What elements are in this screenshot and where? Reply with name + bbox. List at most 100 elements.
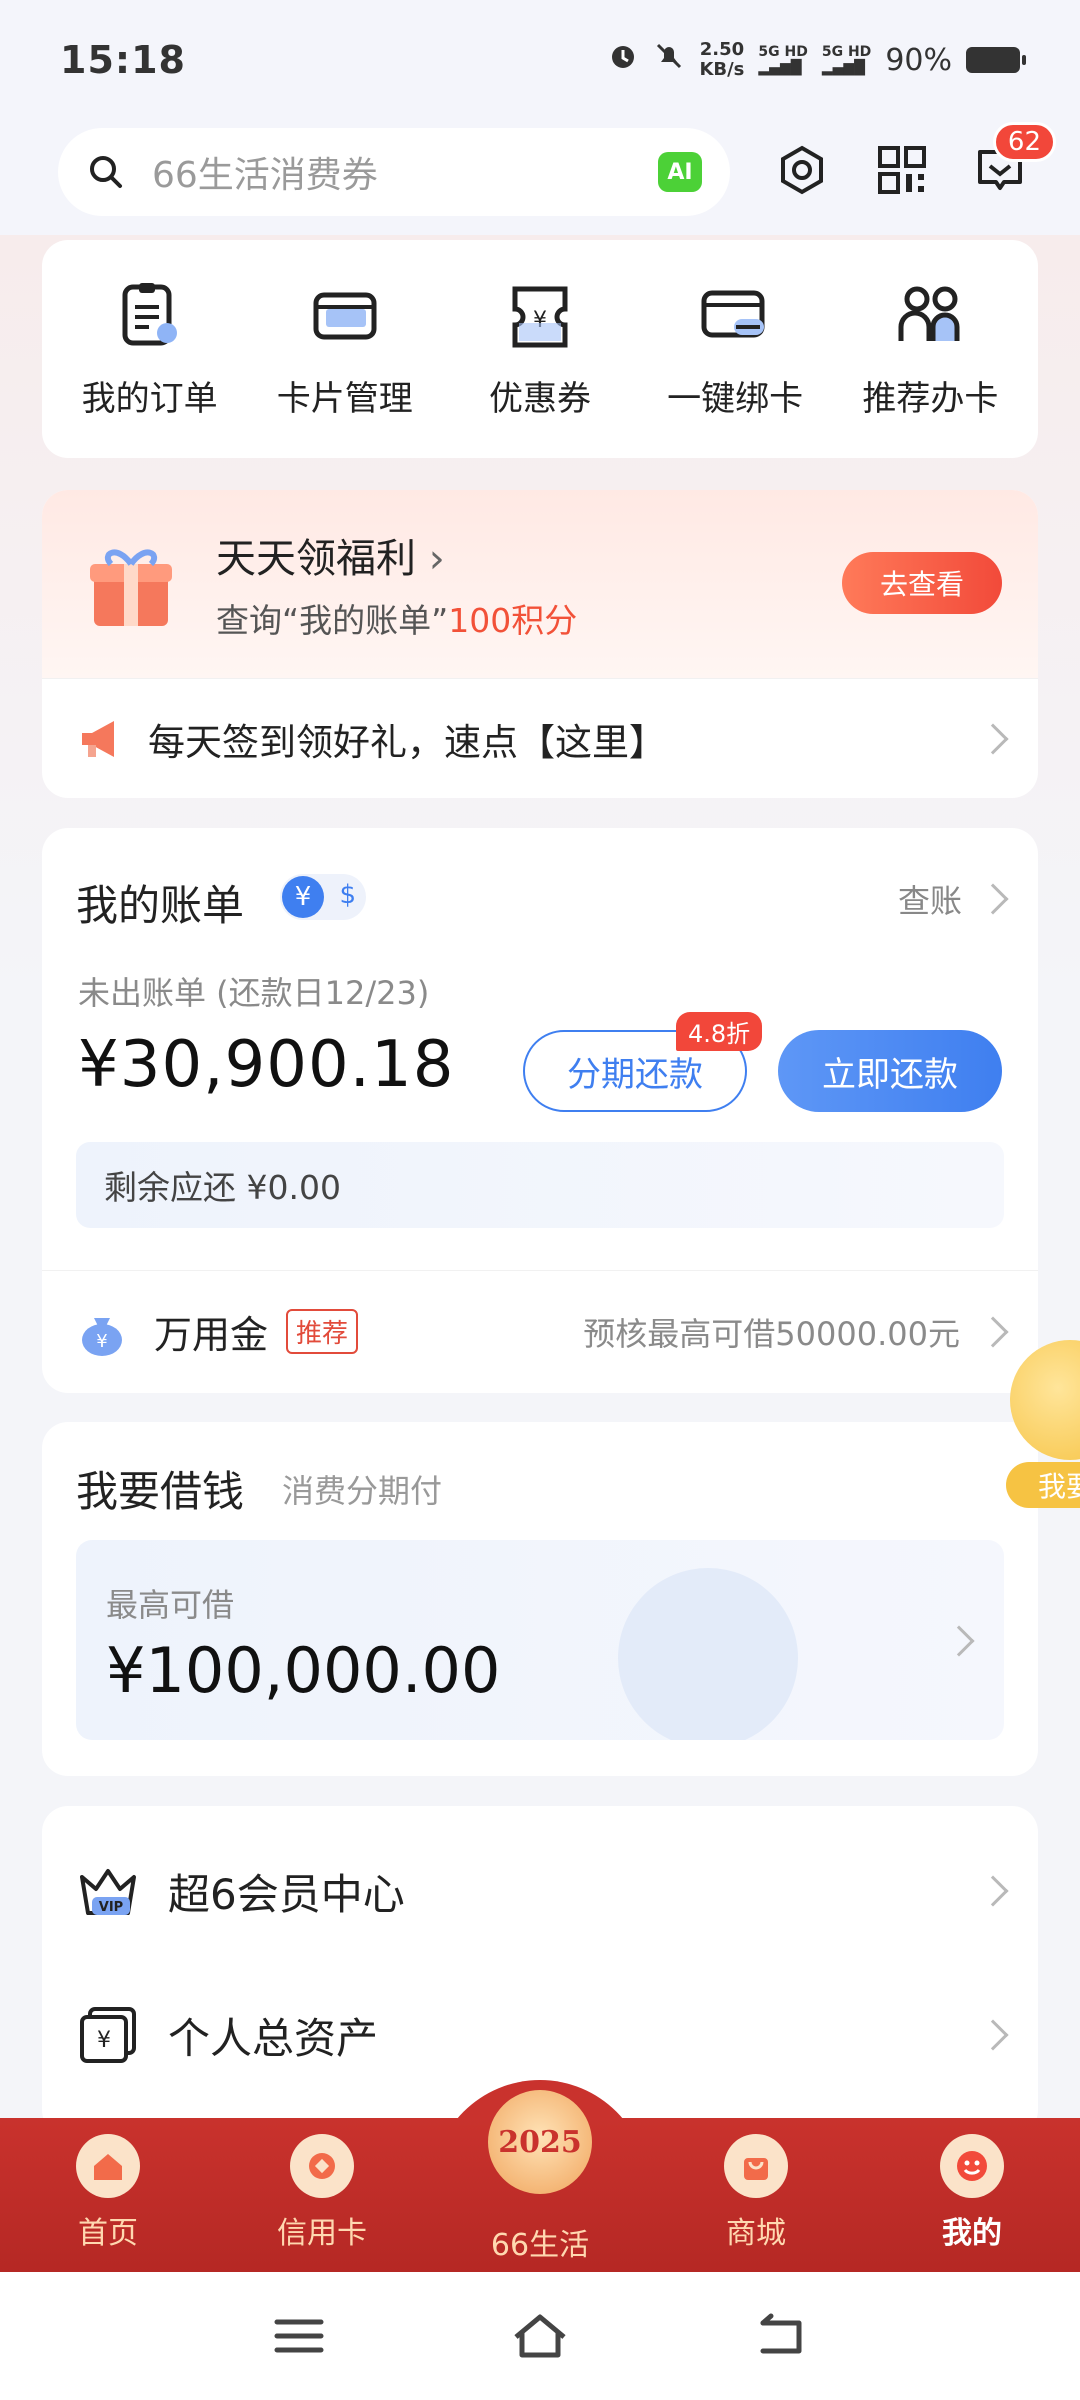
chevron-right-icon: ›: [428, 536, 445, 582]
tab-label: 首页: [78, 2216, 138, 2251]
tab-credit-card[interactable]: 信用卡: [252, 2134, 392, 2252]
tab-label: 我的: [942, 2216, 1002, 2251]
borrow-limit-box[interactable]: 最高可借 ¥100,000.00: [76, 1540, 1004, 1740]
recommend-tag: 推荐: [286, 1309, 359, 1354]
currency-toggle[interactable]: ¥ $: [280, 874, 366, 920]
system-nav-bar: [0, 2272, 1080, 2400]
status-indicators: 2.50 KB/s 5G HD ▂▄▆█ 5G HD ▂▄▆█ 90%: [607, 39, 1026, 80]
card-manage-icon: [313, 292, 377, 339]
quick-item-label: 优惠券: [488, 378, 591, 419]
back-icon[interactable]: [753, 2311, 809, 2361]
search-bar[interactable]: 66生活消费券 AI: [58, 128, 730, 216]
signal-2: 5G HD ▂▄▆█: [821, 44, 872, 76]
quick-item-recommend-card[interactable]: 推荐办卡: [835, 279, 1025, 420]
menu-item-vip-center[interactable]: VIP 超6会员中心: [42, 1826, 1038, 1956]
battery-icon: [966, 47, 1026, 73]
megaphone-icon: [82, 720, 114, 757]
loan-info: 预核最高可借50000.00元: [583, 1314, 960, 1353]
mall-icon: [724, 2134, 788, 2198]
quick-item-label: 我的订单: [81, 378, 218, 419]
quick-item-label: 卡片管理: [276, 378, 413, 419]
quick-item-card-manage[interactable]: 卡片管理: [250, 279, 440, 420]
check-bill-label: 查账: [897, 882, 962, 920]
quick-actions-card: 我的订单 卡片管理 ¥ 优惠券 一键绑卡 推荐办卡: [42, 240, 1038, 458]
welfare-points-highlight: 100积分: [448, 601, 578, 640]
coupon-icon: ¥: [512, 286, 568, 347]
checkin-notice-row[interactable]: 每天签到领好礼，速点【这里】: [42, 678, 1038, 798]
ai-assistant-button[interactable]: AI: [658, 152, 702, 192]
status-time: 15:18: [60, 38, 186, 82]
signal-1: 5G HD ▂▄▆█: [758, 44, 808, 76]
profile-icon: [940, 2134, 1004, 2198]
message-count-badge: 62: [992, 122, 1056, 162]
battery-percent: 90%: [885, 42, 952, 78]
assets-icon: ¥: [80, 2007, 136, 2063]
menu-icon[interactable]: [271, 2314, 327, 2358]
welfare-subtitle-text: 查询“我的账单”: [216, 601, 449, 640]
chevron-right-icon: [977, 1315, 1009, 1348]
menu-item-label: 超6会员中心: [168, 1869, 405, 1919]
scan-button[interactable]: [872, 140, 932, 200]
credit-card-icon: [290, 2134, 354, 2198]
qr-code-icon: [878, 146, 926, 194]
discount-badge: 4.8折: [676, 1012, 763, 1051]
tab-label: 66生活: [490, 2228, 590, 2263]
mute-icon: [653, 40, 685, 80]
quick-item-label: 一键绑卡: [667, 378, 804, 419]
signal-2-label: 5G HD: [821, 44, 872, 60]
svg-text:VIP: VIP: [99, 1900, 123, 1915]
repay-now-button[interactable]: 立即还款: [778, 1030, 1002, 1112]
quick-item-orders[interactable]: 我的订单: [55, 279, 245, 420]
remaining-due: 剩余应还 ¥0.00: [76, 1142, 1004, 1228]
view-welfare-button[interactable]: 去查看: [842, 552, 1002, 614]
settings-button[interactable]: [772, 140, 832, 200]
tab-home[interactable]: 首页: [38, 2134, 178, 2252]
my-bill-card: 我的账单 ¥ $ 查账 未出账单 (还款日12/23) ¥30,900.18 分…: [42, 828, 1038, 1393]
watermark-logo: [618, 1568, 798, 1740]
net-speed-unit: KB/s: [699, 59, 745, 80]
borrow-subtitle: 消费分期付: [282, 1472, 443, 1510]
quick-item-label: 推荐办卡: [862, 378, 999, 419]
tab-label: 信用卡: [277, 2216, 367, 2251]
bind-card-icon: [701, 290, 765, 337]
gift-icon: [90, 549, 172, 626]
alarm-icon: [607, 40, 639, 80]
search-placeholder: 66生活消费券: [152, 155, 378, 196]
bill-title: 我的账单: [76, 881, 245, 930]
quick-item-bind-card[interactable]: 一键绑卡: [640, 279, 830, 420]
home-nav-icon[interactable]: [510, 2311, 570, 2361]
currency-yen-option[interactable]: ¥: [282, 876, 324, 918]
menu-item-label: 个人总资产: [168, 2013, 379, 2063]
chevron-right-icon: [977, 2019, 1009, 2051]
signal-1-label: 5G HD: [758, 44, 808, 60]
tab-profile[interactable]: 我的: [902, 2134, 1042, 2252]
top-header: 66生活消费券 AI 62: [0, 120, 1080, 235]
status-bar: 15:18 2.50 KB/s 5G HD ▂▄▆█ 5G HD ▂▄▆█ 90%: [0, 0, 1080, 120]
max-borrow-amount: ¥100,000.00: [106, 1634, 501, 1707]
vip-crown-icon: VIP: [80, 1869, 136, 1915]
messages-button[interactable]: 62: [970, 122, 1056, 200]
chevron-right-icon: [977, 722, 1009, 755]
welfare-card: 天天领福利 › 查询“我的账单”100积分 去查看 每天签到领好礼，速点【这里】: [42, 490, 1038, 798]
net-speed-value: 2.50: [699, 39, 745, 60]
bill-amount: ¥30,900.18: [78, 1028, 455, 1102]
money-bag-icon: ¥: [82, 1317, 122, 1356]
chevron-right-icon: [977, 1875, 1009, 1907]
tab-66life[interactable]: 66生活: [470, 2220, 610, 2264]
welfare-subtitle: 查询“我的账单”100积分: [216, 594, 577, 642]
welfare-banner[interactable]: 天天领福利 › 查询“我的账单”100积分 去查看: [42, 490, 1038, 678]
loan-name: 万用金: [154, 1313, 269, 1357]
chevron-right-icon: [977, 883, 1009, 915]
quick-item-coupons[interactable]: ¥ 优惠券: [445, 279, 635, 420]
loan-row[interactable]: ¥ 万用金 推荐 预核最高可借50000.00元: [42, 1270, 1038, 1392]
check-bill-link[interactable]: 查账: [897, 876, 1009, 922]
order-icon: [122, 282, 177, 345]
chevron-right-icon: [943, 1625, 975, 1657]
floating-widget-tag[interactable]: 我要: [1006, 1462, 1080, 1508]
currency-usd-option[interactable]: $: [339, 880, 356, 910]
max-borrow-label: 最高可借: [106, 1586, 235, 1624]
tab-mall[interactable]: 商城: [686, 2134, 826, 2252]
unbilled-label: 未出账单 (还款日12/23): [78, 974, 430, 1012]
66life-2025-logo[interactable]: 2025: [488, 2090, 592, 2194]
welfare-title-text: 天天领福利: [216, 536, 416, 582]
